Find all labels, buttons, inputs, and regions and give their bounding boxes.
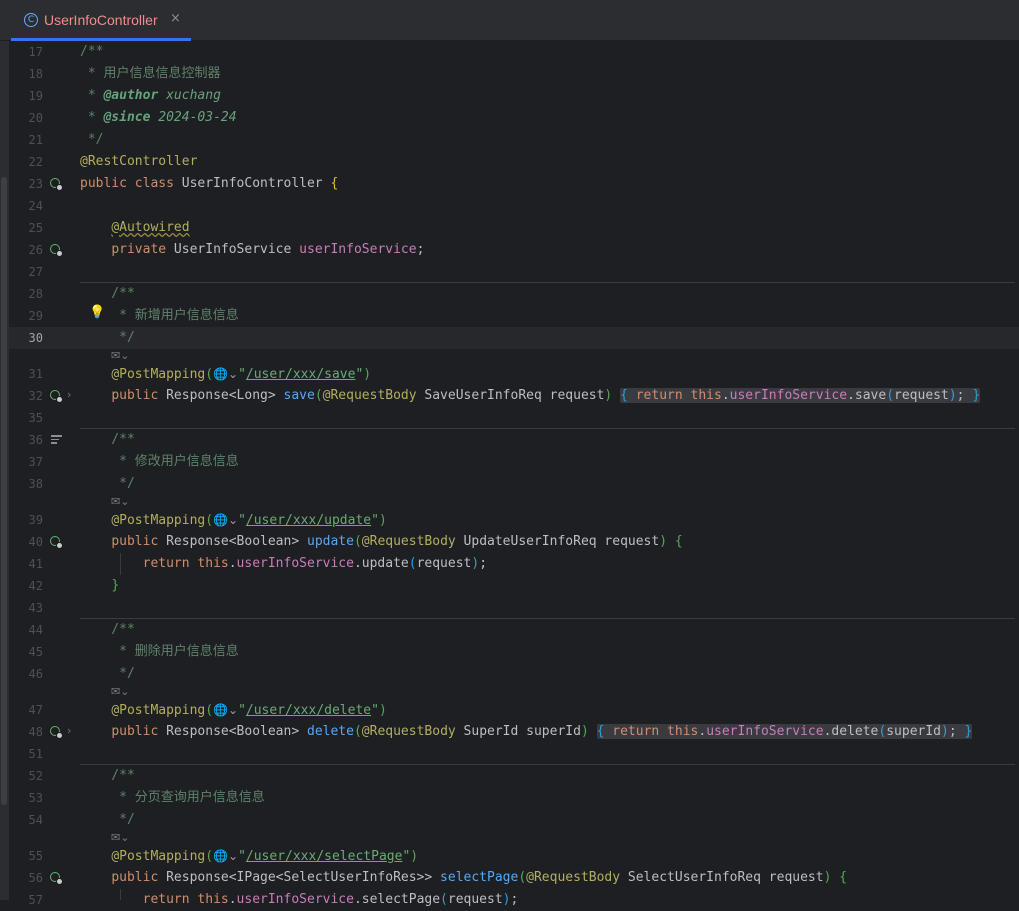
code-text: */ [80, 132, 104, 147]
code-line[interactable]: 20 * @since 2024-03-24 [9, 107, 1019, 129]
code-text: /** [80, 622, 135, 637]
editor-tab-bar: C UserInfoController × [0, 0, 1019, 41]
class-icon: C [24, 13, 38, 27]
code-line[interactable]: 43 [9, 597, 1019, 619]
code-line[interactable]: 25 @Autowired [9, 217, 1019, 239]
code-line[interactable]: 44 /** [9, 619, 1019, 641]
code-line[interactable]: 21 */ [9, 129, 1019, 151]
code-line[interactable]: 22 @RestController [9, 151, 1019, 173]
code-line[interactable]: 29 * 新增用户信息信息 [9, 305, 1019, 327]
code-text: * 新增用户信息信息 [80, 308, 239, 323]
code-text: @PostMapping(🌐⌄"/user/xxx/delete") [111, 703, 387, 718]
code-line[interactable]: 17/** [9, 41, 1019, 63]
code-line[interactable]: 45 * 删除用户信息信息 [9, 641, 1019, 663]
tab-title: UserInfoController [44, 12, 158, 28]
code-line[interactable]: 39 @PostMapping(🌐⌄"/user/xxx/update") [9, 509, 1019, 531]
code-text: public Response<Long> save(@RequestBody … [111, 388, 981, 403]
code-line[interactable]: 47 @PostMapping(🌐⌄"/user/xxx/delete") [9, 699, 1019, 721]
code-line[interactable]: 48 public Response<Boolean> delete(@Requ… [9, 721, 1019, 743]
globe-icon[interactable]: 🌐⌄ [213, 703, 238, 717]
code-line[interactable]: 37 * 修改用户信息信息 [9, 451, 1019, 473]
code-line[interactable]: 55 @PostMapping(🌐⌄"/user/xxx/selectPage"… [9, 845, 1019, 867]
code-line[interactable]: 27 [9, 261, 1019, 283]
code-text: * 删除用户信息信息 [80, 644, 239, 659]
code-text: public class UserInfoController { [80, 176, 339, 191]
close-icon[interactable]: × [170, 11, 181, 26]
code-text: public Response<Boolean> update(@Request… [111, 534, 683, 549]
code-text: return this.userInfoService.selectPage(r… [142, 892, 519, 907]
code-text: /** [80, 432, 135, 447]
code-text: private UserInfoService userInfoService; [111, 242, 425, 257]
code-text: /** [80, 44, 104, 59]
code-text: */ [80, 476, 135, 491]
code-line[interactable]: 51 [9, 743, 1019, 765]
code-text: return this.userInfoService.update(reque… [142, 556, 488, 571]
code-line[interactable]: 38 */ [9, 473, 1019, 495]
code-line[interactable]: 53 * 分页查询用户信息信息 [9, 787, 1019, 809]
globe-icon[interactable]: 🌐⌄ [213, 849, 238, 863]
code-line[interactable]: 52 /** [9, 765, 1019, 787]
code-text: * 修改用户信息信息 [80, 454, 239, 469]
left-tool-strip [0, 41, 9, 900]
tab-userinfocontroller[interactable]: C UserInfoController × [11, 0, 191, 41]
code-text: * 用户信息信息控制器 [80, 66, 221, 81]
code-text: @PostMapping(🌐⌄"/user/xxx/update") [111, 513, 387, 528]
code-line[interactable]: 41 return this.userInfoService.update(re… [9, 553, 1019, 575]
code-line[interactable]: 54 */ [9, 809, 1019, 831]
code-text: @PostMapping(🌐⌄"/user/xxx/save") [111, 367, 372, 382]
code-line[interactable]: 18 * 用户信息信息控制器 [9, 63, 1019, 85]
code-text: * 分页查询用户信息信息 [80, 790, 265, 805]
code-text: * @since 2024-03-24 [80, 110, 237, 125]
code-text: */ [80, 812, 135, 827]
scrollbar[interactable] [1, 177, 7, 805]
code-line[interactable]: 32 public Response<Long> save(@RequestBo… [9, 385, 1019, 407]
code-line[interactable]: 56 public Response<IPage<SelectUserInfoR… [9, 867, 1019, 889]
code-line[interactable]: 40 public Response<Boolean> update(@Requ… [9, 531, 1019, 553]
code-line-current[interactable]: 30 */ [9, 327, 1019, 349]
code-text: /** [80, 286, 135, 301]
code-text: @RestController [80, 154, 198, 169]
code-line[interactable]: 19 * @author xuchang [9, 85, 1019, 107]
globe-icon[interactable]: 🌐⌄ [213, 513, 238, 527]
code-text: /** [80, 768, 135, 783]
code-line[interactable]: 26 private UserInfoService userInfoServi… [9, 239, 1019, 261]
code-text: */ [80, 330, 135, 345]
code-line[interactable]: 28 /** [9, 283, 1019, 305]
code-editor[interactable]: ✉⌄ ✉⌄ ✉⌄ ✉⌄ › › 💡 17/** 18 * 用户信息信息控制器 1… [9, 41, 1019, 907]
code-text: public Response<Boolean> delete(@Request… [111, 724, 973, 739]
code-line[interactable]: 42 } [9, 575, 1019, 597]
code-text: public Response<IPage<SelectUserInfoRes>… [111, 870, 848, 885]
code-text: } [111, 578, 120, 593]
code-text: @Autowired [111, 220, 190, 235]
code-text: @PostMapping(🌐⌄"/user/xxx/selectPage") [111, 849, 419, 864]
code-line[interactable]: 35 [9, 407, 1019, 429]
code-line[interactable]: 24 [9, 195, 1019, 217]
code-line[interactable]: 57 return this.userInfoService.selectPag… [9, 889, 1019, 911]
code-line[interactable]: 46 */ [9, 663, 1019, 685]
code-text: */ [80, 666, 135, 681]
code-line[interactable]: 31 @PostMapping(🌐⌄"/user/xxx/save") [9, 363, 1019, 385]
globe-icon[interactable]: 🌐⌄ [213, 367, 238, 381]
code-text: * @author xuchang [80, 88, 221, 103]
code-line[interactable]: 36 /** [9, 429, 1019, 451]
code-line[interactable]: 23 public class UserInfoController { [9, 173, 1019, 195]
